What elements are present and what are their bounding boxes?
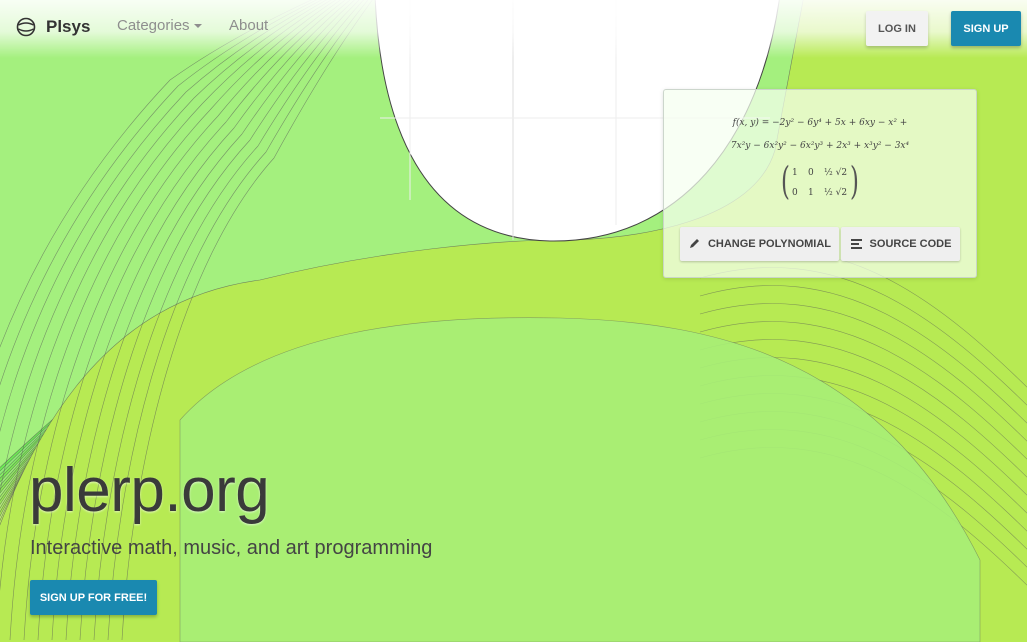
hero-subtitle: Interactive math, music, and art program… [30,537,433,559]
source-code-button[interactable]: SOURCE CODE [841,227,960,261]
matrix-left-paren: ( [780,159,790,203]
pencil-icon [689,239,699,248]
categories-dropdown[interactable]: Categories [117,17,202,34]
matrix-grid: 1 0 ½ √2 0 1 ½ √2 [792,166,858,200]
formula-line-2: 7x²y − 6x²y² − 6x²y³ + 2x³ + x³y² − 3x⁴ [730,141,910,151]
polynomial-formula: f(x, y) = −2y² − 6y⁴ + 5x + 6xy − x² + 7… [664,112,976,158]
login-button[interactable]: LOG IN [866,11,928,46]
source-code-label: SOURCE CODE [869,238,952,250]
align-left-icon [850,239,862,249]
signup-free-button[interactable]: SIGN UP FOR FREE! [30,580,157,615]
caret-down-icon [193,24,202,29]
hero-title: plerp.org [29,456,270,525]
formula-line-1: f(x, y) = −2y² − 6y⁴ + 5x + 6xy − x² + [732,118,908,128]
matrix-cell: 0 [792,188,798,198]
matrix-right-paren: ) [850,159,860,203]
matrix-cell: 0 [808,168,814,178]
brand-name: Plsys [46,17,91,36]
navbar: Plsys Categories About LOG IN SIGN UP [0,0,1027,58]
signup-button[interactable]: SIGN UP [951,11,1021,46]
matrix-cell: 1 [792,168,798,178]
change-polynomial-label: CHANGE POLYNOMIAL [707,238,832,250]
transform-matrix: ( 1 0 ½ √2 0 1 ½ √2 ) [780,159,860,204]
globe-icon [16,17,36,37]
categories-label: Categories [117,17,190,34]
change-polynomial-button[interactable]: CHANGE POLYNOMIAL [680,227,839,261]
matrix-cell: 1 [808,188,814,198]
about-link[interactable]: About [229,17,268,34]
brand[interactable]: Plsys [16,14,90,40]
